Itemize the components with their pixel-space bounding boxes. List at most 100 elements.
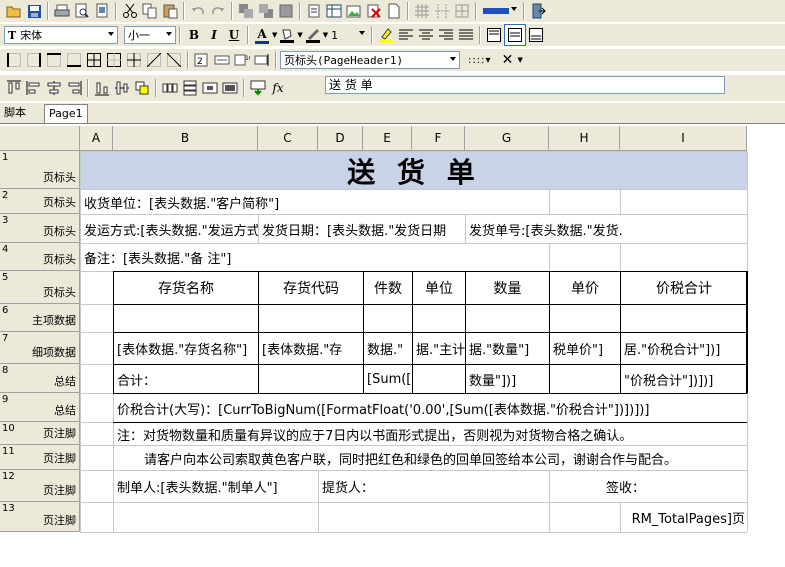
ship-date-cell[interactable]: 发货日期：[表头数据."发货日期 — [259, 215, 465, 243]
print-icon[interactable] — [52, 1, 72, 21]
table-icon[interactable] — [324, 1, 344, 21]
fit-page-icon[interactable] — [220, 78, 240, 98]
sign-cell[interactable]: 签收： — [550, 471, 747, 502]
fill-color-icon[interactable] — [277, 25, 297, 45]
underline-button[interactable]: U — [224, 25, 244, 45]
master-data-cell[interactable] — [259, 305, 363, 332]
valign-middle-icon[interactable] — [504, 24, 527, 46]
consignee-cell[interactable]: 收货单位：[表头数据."客户简称"] — [81, 190, 549, 214]
highlight-icon[interactable] — [376, 25, 396, 45]
total-quantity-cell[interactable]: 数量"])] — [466, 365, 549, 393]
border-left-icon[interactable] — [4, 50, 24, 70]
download-icon[interactable] — [248, 78, 268, 98]
border-right-icon[interactable] — [24, 50, 44, 70]
delete-page-icon[interactable] — [364, 1, 384, 21]
print-preview-icon[interactable] — [72, 1, 92, 21]
col-unit[interactable]: 单位 — [413, 272, 465, 304]
detail-pieces[interactable]: 数据." — [364, 333, 412, 364]
row-header-9[interactable]: 9 总结 — [0, 393, 80, 422]
align-lefts-icon[interactable] — [24, 78, 44, 98]
align-left-icon[interactable] — [396, 25, 416, 45]
align-right-icon[interactable] — [436, 25, 456, 45]
receiver-cell[interactable]: 提货人： — [319, 471, 549, 502]
remark-cell[interactable]: 备注：[表头数据."备 注"] — [81, 244, 549, 271]
row-header-12[interactable]: 12 页注脚 — [0, 470, 80, 502]
request-cell[interactable]: 请客户向本公司索取黄色客户联，同时把红色和绿色的回单回签给本公司，谢谢合作与配合… — [114, 446, 747, 470]
amount-in-words-cell[interactable]: 价税合计(大写)：[CurrToBigNum([FormatFloat('0.0… — [114, 394, 747, 422]
column-header-b[interactable]: B — [113, 126, 258, 151]
row-header-13[interactable]: 13 页注脚 — [0, 502, 80, 532]
align-rights-icon[interactable] — [64, 78, 84, 98]
master-data-cell[interactable] — [550, 305, 620, 332]
footer-empty-cell-3[interactable] — [550, 503, 620, 532]
col-item-name[interactable]: 存货名称 — [114, 272, 258, 304]
ship-number-cell[interactable]: 发货单号:[表头数据."发货. — [466, 215, 747, 243]
row-header-6[interactable]: 6 主项数据 — [0, 304, 80, 332]
bold-button[interactable]: B — [184, 25, 204, 45]
font-name-select[interactable]: T 宋体 — [4, 26, 118, 44]
space-vert-icon[interactable] — [180, 78, 200, 98]
tab-page1[interactable]: Page1 — [44, 104, 88, 123]
line-style-select[interactable]: ::::▾ — [468, 55, 492, 66]
border-outside-icon[interactable] — [104, 50, 124, 70]
grid-icon[interactable] — [412, 1, 432, 21]
master-data-cell[interactable] — [364, 305, 412, 332]
total-unit-cell[interactable] — [413, 365, 465, 393]
align-hcenter-icon[interactable] — [44, 78, 64, 98]
align-tops-icon[interactable] — [4, 78, 24, 98]
close-dropdown-icon[interactable]: ▼ — [518, 56, 523, 64]
column-header-e[interactable]: E — [363, 126, 412, 151]
align-vcenter-icon[interactable] — [112, 78, 132, 98]
save-icon[interactable] — [24, 1, 44, 21]
redo-icon[interactable] — [208, 1, 228, 21]
text-box-icon[interactable]: 2 — [192, 50, 212, 70]
color-picker[interactable] — [480, 2, 520, 20]
formula-icon[interactable]: fx — [268, 78, 288, 98]
font-size-select[interactable]: 小一 — [124, 26, 176, 44]
open-folder-icon[interactable] — [4, 1, 24, 21]
master-data-cell[interactable] — [114, 305, 258, 332]
new-page-icon[interactable] — [384, 1, 404, 21]
line-color-icon[interactable] — [303, 25, 323, 45]
row-header-4[interactable]: 4 页标头 — [0, 243, 80, 271]
column-header-h[interactable]: H — [549, 126, 620, 151]
page-setup-icon[interactable] — [92, 1, 112, 21]
footer-empty-cell-2[interactable] — [319, 503, 549, 532]
master-data-cell[interactable] — [621, 305, 747, 332]
footer-empty-cell[interactable] — [114, 503, 318, 532]
italic-button[interactable]: I — [204, 25, 224, 45]
column-header-c[interactable]: C — [258, 126, 318, 151]
notice-cell[interactable]: 注：对货物数量和质量有异议的应于7日内以书面形式提出，否则视为对货物合格之确认。 — [114, 423, 747, 445]
bring-front-icon[interactable] — [236, 1, 256, 21]
detail-item-name[interactable]: [表体数据."存货名称"] — [114, 333, 258, 364]
copy-icon[interactable] — [140, 1, 160, 21]
formula-input[interactable]: 送 货 单 — [325, 76, 725, 94]
detail-item-code[interactable]: [表体数据."存 — [259, 333, 363, 364]
column-header-d[interactable]: D — [318, 126, 363, 151]
border-bottom-icon[interactable] — [64, 50, 84, 70]
total-price-cell[interactable] — [550, 365, 620, 393]
band-icon[interactable] — [212, 50, 232, 70]
col-unit-price[interactable]: 单价 — [550, 272, 620, 304]
column-header-f[interactable]: F — [412, 126, 465, 151]
detail-quantity[interactable]: 据."数量"] — [466, 333, 549, 364]
align-justify-icon[interactable] — [456, 25, 476, 45]
font-color-icon[interactable]: A — [252, 25, 272, 45]
column-header-i[interactable]: I — [620, 126, 747, 151]
center-page-icon[interactable] — [200, 78, 220, 98]
row-header-10[interactable]: 10 页注脚 — [0, 422, 80, 445]
row-header-2[interactable]: 2 页标头 — [0, 189, 80, 214]
row-header-5[interactable]: 5 页标头 — [0, 271, 80, 304]
insert-field-icon[interactable] — [304, 1, 324, 21]
valign-bottom-icon[interactable] — [526, 25, 546, 45]
master-data-cell[interactable] — [466, 305, 549, 332]
border-diagonal-icon[interactable] — [144, 50, 164, 70]
tab-script[interactable]: 脚本 — [0, 104, 30, 122]
page-total-cell[interactable]: RM_TotalPages]页 — [621, 503, 747, 532]
valign-top-icon[interactable] — [484, 25, 504, 45]
select-all-corner[interactable] — [0, 126, 80, 151]
close-icon[interactable]: ✕ — [498, 50, 518, 70]
field-icon[interactable] — [252, 50, 272, 70]
align-grid-icon[interactable] — [432, 1, 452, 21]
sub-report-icon[interactable]: 10 — [232, 50, 252, 70]
